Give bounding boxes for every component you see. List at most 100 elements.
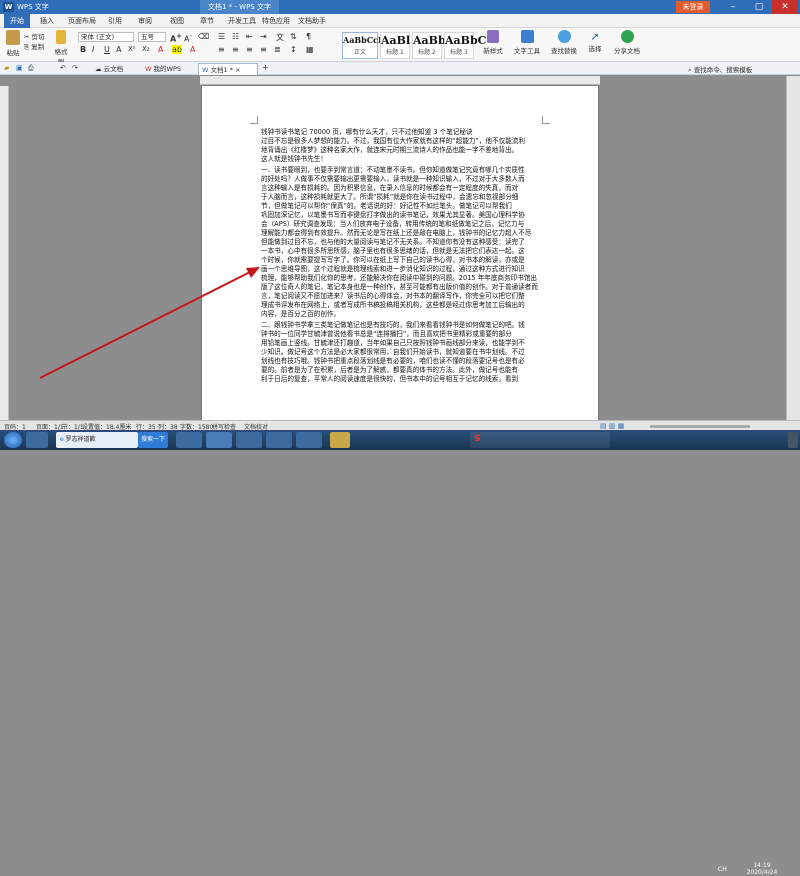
sogou-ime-icon: S [474, 434, 481, 444]
style-heading-2[interactable]: AaBbC 标题 2 [412, 32, 454, 59]
print-icon[interactable]: ⎙ [28, 64, 34, 73]
language-indicator[interactable]: CH [718, 866, 727, 873]
taskbar: e 罗志祥道歉 搜索一下 S CH 14:19 2020/4/24 [0, 430, 800, 876]
taskbar-explorer-icon[interactable] [176, 432, 202, 448]
close-icon[interactable]: ✕ [772, 0, 798, 14]
menu-references[interactable]: 引用 [108, 14, 122, 28]
line-spacing-icon[interactable]: ↕ [290, 45, 297, 54]
start-button-icon[interactable] [4, 432, 22, 448]
strikethrough-icon[interactable]: A [116, 45, 121, 54]
login-button[interactable]: 未登录 [676, 1, 710, 13]
vertical-scrollbar[interactable] [786, 76, 800, 420]
share-icon [620, 30, 634, 43]
document-page[interactable]: 钱钟书读书笔记 70000 页，哪有什么天才，只不过他知道 3 个笔记秘诀 过目… [202, 86, 598, 420]
system-clock[interactable]: 14:19 2020/4/24 [744, 862, 780, 876]
font-name-select[interactable]: 宋体 (正文) [78, 32, 134, 42]
highlight-icon[interactable]: ab [172, 45, 182, 54]
taskbar-wps-sheets-icon[interactable] [236, 432, 262, 448]
doc-line: 内容，是百分之百的创作。 [261, 310, 341, 318]
new-tab-button[interactable]: + [262, 63, 269, 72]
select-button[interactable]: ➚ 选择 [584, 30, 606, 53]
doc-line: 的好处吗？人做事不仅需要输出更需要输入，读书就是一种知识输入，不过对于大多数人而 [261, 175, 525, 183]
bold-icon[interactable]: B [80, 45, 86, 54]
view-mode-icon[interactable]: ▤ ▥ ▦ [600, 422, 624, 430]
cut-button[interactable]: ✂ 剪切 [24, 31, 45, 41]
menu-doc-assistant[interactable]: 文档助手 [298, 14, 326, 28]
tab-document[interactable]: W 文档1 * × [198, 63, 258, 75]
save-icon[interactable]: ▣ [16, 64, 23, 72]
maximize-icon[interactable]: ▢ [746, 0, 772, 14]
style-normal[interactable]: AaBbCcDd 正文 [342, 32, 391, 59]
taskbar-wps-slides-icon[interactable] [266, 432, 292, 448]
tab-my-wps[interactable]: W 我的WPS [142, 63, 196, 75]
search-go-button[interactable]: 搜索一下 [138, 432, 168, 448]
minimize-icon[interactable]: – [720, 0, 746, 14]
show-desktop-button[interactable] [788, 432, 798, 448]
style-name: 正文 [353, 49, 366, 56]
redo-icon[interactable]: ↷ [72, 64, 78, 72]
paste-label: 粘贴 [6, 49, 20, 57]
align-left-icon[interactable]: ≡ [218, 45, 225, 54]
horizontal-ruler[interactable] [200, 76, 600, 85]
chinese-layout-icon[interactable]: 文 [276, 32, 284, 43]
format-painter-button[interactable]: 格式刷 [52, 30, 70, 66]
ime-toolbar[interactable]: S [470, 432, 610, 448]
text-tools-button[interactable]: 文字工具 [512, 30, 542, 55]
browser-search-box[interactable]: e 罗志祥道歉 [56, 432, 138, 448]
taskbar-app-icon[interactable] [26, 432, 48, 448]
grow-font-icon[interactable]: A+ [170, 32, 182, 44]
new-style-button[interactable]: 新样式 [480, 30, 506, 55]
doc-line: 钱钟书读书笔记 70000 页，哪有什么天才，只不过他知道 3 个笔记秘诀 [261, 128, 473, 136]
app-menu[interactable]: W WPS 文字 [0, 2, 200, 12]
menu-special-apps[interactable]: 特色应用 [262, 14, 290, 28]
shrink-font-icon[interactable]: A- [184, 32, 192, 44]
copy-button[interactable]: ⎘ 复制 [24, 41, 44, 52]
menu-developer[interactable]: 开发工具 [228, 14, 256, 28]
share-document-button[interactable]: 分享文档 [612, 30, 642, 55]
command-search[interactable]: ⌕ 查找命令、搜索模板 [688, 64, 752, 75]
paste-button[interactable]: 粘贴 [4, 30, 22, 57]
style-name: 标题 3 [450, 49, 468, 56]
vertical-ruler[interactable] [0, 86, 9, 420]
find-replace-button[interactable]: 查找替换 [548, 30, 580, 55]
text-color-icon[interactable]: A [190, 45, 195, 54]
justify-icon[interactable]: ≡ [260, 45, 267, 54]
menu-chapter[interactable]: 章节 [200, 14, 214, 28]
doc-line: 梳理，能够帮助我们化你的思考，还能解决你在阅读中碰到的问题。2015 年年底商务… [261, 274, 538, 282]
bullet-list-icon[interactable]: ☰ [218, 32, 225, 41]
italic-icon[interactable]: I [92, 45, 94, 54]
font-color-icon[interactable]: A [158, 45, 163, 54]
style-heading-1[interactable]: AaBl 标题 1 [380, 32, 410, 59]
doc-line: 个时候，你就需要提写写字了。你可以在纸上写下自己的读书心得，对书本的解读，亦或是 [261, 256, 525, 264]
menu-review[interactable]: 审阅 [138, 14, 152, 28]
style-name: 标题 1 [386, 49, 404, 56]
font-size-select[interactable]: 五号 [138, 32, 166, 42]
menu-view[interactable]: 视图 [170, 14, 184, 28]
wps-tab-icon: W [145, 65, 152, 73]
open-folder-icon[interactable]: ▰ [4, 64, 9, 72]
align-center-icon[interactable]: ≡ [232, 45, 239, 54]
menu-home[interactable]: 开始 [4, 14, 30, 28]
tab-cloud-docs[interactable]: ☁ 云文档 [92, 63, 138, 75]
taskbar-wps-writer-icon[interactable] [206, 432, 232, 448]
taskbar-browser-icon[interactable] [296, 432, 322, 448]
undo-icon[interactable]: ↶ [60, 64, 66, 72]
subscript-icon[interactable]: X₂ [142, 45, 150, 53]
menu-page-layout[interactable]: 页面布局 [68, 14, 96, 28]
zoom-slider[interactable] [650, 425, 750, 428]
borders-icon[interactable]: ▦ [306, 45, 314, 54]
underline-icon[interactable]: U [104, 45, 110, 54]
taskbar-folder-icon[interactable] [330, 432, 350, 448]
align-right-icon[interactable]: ≡ [246, 45, 253, 54]
menu-insert[interactable]: 插入 [40, 14, 54, 28]
show-marks-icon[interactable]: ¶ [306, 32, 311, 41]
numbered-list-icon[interactable]: ☷ [232, 32, 239, 41]
style-heading-3[interactable]: AaBbC 标题 3 [444, 32, 486, 59]
outdent-icon[interactable]: ⇤ [246, 32, 253, 41]
indent-icon[interactable]: ⇥ [260, 32, 267, 41]
sort-icon[interactable]: ⇅ [290, 32, 297, 41]
superscript-icon[interactable]: X² [128, 45, 136, 53]
clear-format-icon[interactable]: ⌫ [198, 32, 209, 41]
distribute-icon[interactable]: ≣ [274, 45, 281, 54]
document-title-tab[interactable]: 文档1 * - WPS 文字 [200, 0, 279, 14]
